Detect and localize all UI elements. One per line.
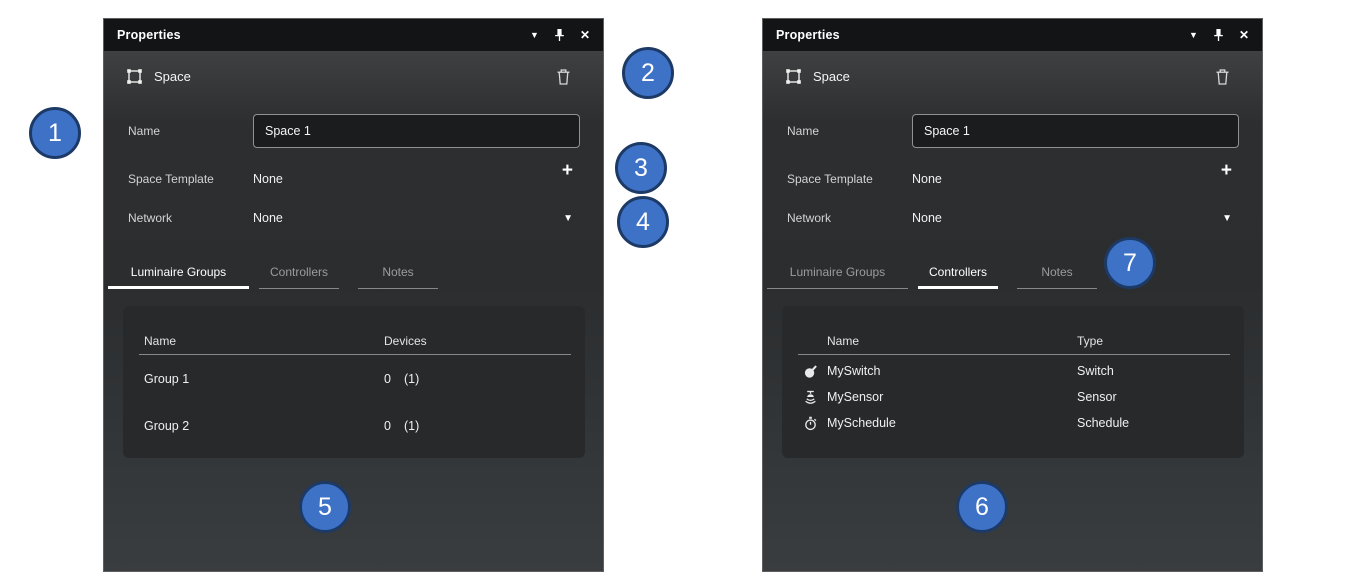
controller-name: MySchedule [827, 416, 896, 430]
panel-titlebar[interactable]: Properties ▼ ✕ [763, 19, 1262, 51]
network-label: Network [787, 211, 831, 225]
network-dropdown-caret-icon[interactable]: ▼ [1222, 213, 1232, 224]
space-template-label: Space Template [787, 172, 873, 186]
tab-notes[interactable]: Notes [358, 259, 438, 289]
network-value: None [253, 211, 283, 225]
close-icon[interactable]: ✕ [580, 28, 590, 42]
controller-type: Sensor [1077, 390, 1117, 404]
controllers-table: Name Type MySwitch Switch [782, 306, 1244, 458]
callout-2: 2 [622, 47, 674, 99]
page: Properties ▼ ✕ Space Name Space Tem [0, 0, 1352, 572]
callout-6: 6 [956, 481, 1008, 533]
add-template-button[interactable]: + [1221, 161, 1232, 180]
table-row-myschedule[interactable]: MySchedule Schedule [782, 410, 1244, 436]
callout-5: 5 [299, 481, 351, 533]
callout-4: 4 [617, 196, 669, 248]
panel-body: Space Name Space Template None + Network… [104, 51, 603, 571]
tab-strip: Luminaire Groups Controllers Notes [767, 259, 1097, 289]
selection-type-label: Space [154, 69, 191, 84]
group-devices: 0(1) [384, 372, 419, 386]
column-header-name: Name [827, 334, 859, 348]
panel-title: Properties [117, 28, 181, 42]
close-icon[interactable]: ✕ [1239, 28, 1249, 42]
tab-luminaire-groups[interactable]: Luminaire Groups [767, 259, 908, 289]
panel-titlebar[interactable]: Properties ▼ ✕ [104, 19, 603, 51]
switch-icon [802, 363, 819, 380]
controller-name: MySensor [827, 390, 883, 404]
panel-title: Properties [776, 28, 840, 42]
tab-notes[interactable]: Notes [1017, 259, 1097, 289]
group-name: Group 1 [144, 372, 189, 386]
name-input[interactable] [253, 114, 580, 148]
space-selection-icon [126, 68, 143, 85]
window-menu-caret-icon[interactable]: ▼ [1189, 30, 1198, 40]
callout-7: 7 [1104, 237, 1156, 289]
network-label: Network [128, 211, 172, 225]
controller-name: MySwitch [827, 364, 880, 378]
name-label: Name [787, 114, 819, 148]
panel-body: Space Name Space Template None + Network… [763, 51, 1262, 571]
table-row-group-2[interactable]: Group 2 0(1) [123, 402, 585, 449]
properties-panel-left: Properties ▼ ✕ Space Name Space Tem [103, 18, 604, 572]
tab-controllers[interactable]: Controllers [918, 259, 998, 289]
network-value: None [912, 211, 942, 225]
space-selection-icon [785, 68, 802, 85]
luminaire-groups-table: Name Devices Group 1 0(1) Group 2 0(1) [123, 306, 585, 458]
delete-trash-icon[interactable] [556, 68, 571, 86]
space-template-label: Space Template [128, 172, 214, 186]
properties-panel-right: Properties ▼ ✕ Space Name Space Tem [762, 18, 1263, 572]
tab-luminaire-groups[interactable]: Luminaire Groups [108, 259, 249, 289]
table-header-divider [798, 354, 1230, 355]
controller-type: Switch [1077, 364, 1114, 378]
tab-controllers[interactable]: Controllers [259, 259, 339, 289]
table-row-myswitch[interactable]: MySwitch Switch [782, 358, 1244, 384]
column-header-devices: Devices [384, 334, 427, 348]
pin-icon[interactable] [554, 28, 565, 42]
pin-icon[interactable] [1213, 28, 1224, 42]
table-row-group-1[interactable]: Group 1 0(1) [123, 355, 585, 402]
space-template-value: None [253, 172, 283, 186]
table-row-mysensor[interactable]: MySensor Sensor [782, 384, 1244, 410]
selection-type-label: Space [813, 69, 850, 84]
callout-1: 1 [29, 107, 81, 159]
window-menu-caret-icon[interactable]: ▼ [530, 30, 539, 40]
group-name: Group 2 [144, 419, 189, 433]
controller-type: Schedule [1077, 416, 1129, 430]
schedule-icon [802, 415, 819, 432]
add-template-button[interactable]: + [562, 161, 573, 180]
name-input[interactable] [912, 114, 1239, 148]
column-header-type: Type [1077, 334, 1103, 348]
space-template-value: None [912, 172, 942, 186]
tab-strip: Luminaire Groups Controllers Notes [108, 259, 438, 289]
group-devices: 0(1) [384, 419, 419, 433]
callout-3: 3 [615, 142, 667, 194]
delete-trash-icon[interactable] [1215, 68, 1230, 86]
column-header-name: Name [144, 334, 176, 348]
name-label: Name [128, 114, 160, 148]
network-dropdown-caret-icon[interactable]: ▼ [563, 213, 573, 224]
sensor-icon [802, 389, 819, 406]
